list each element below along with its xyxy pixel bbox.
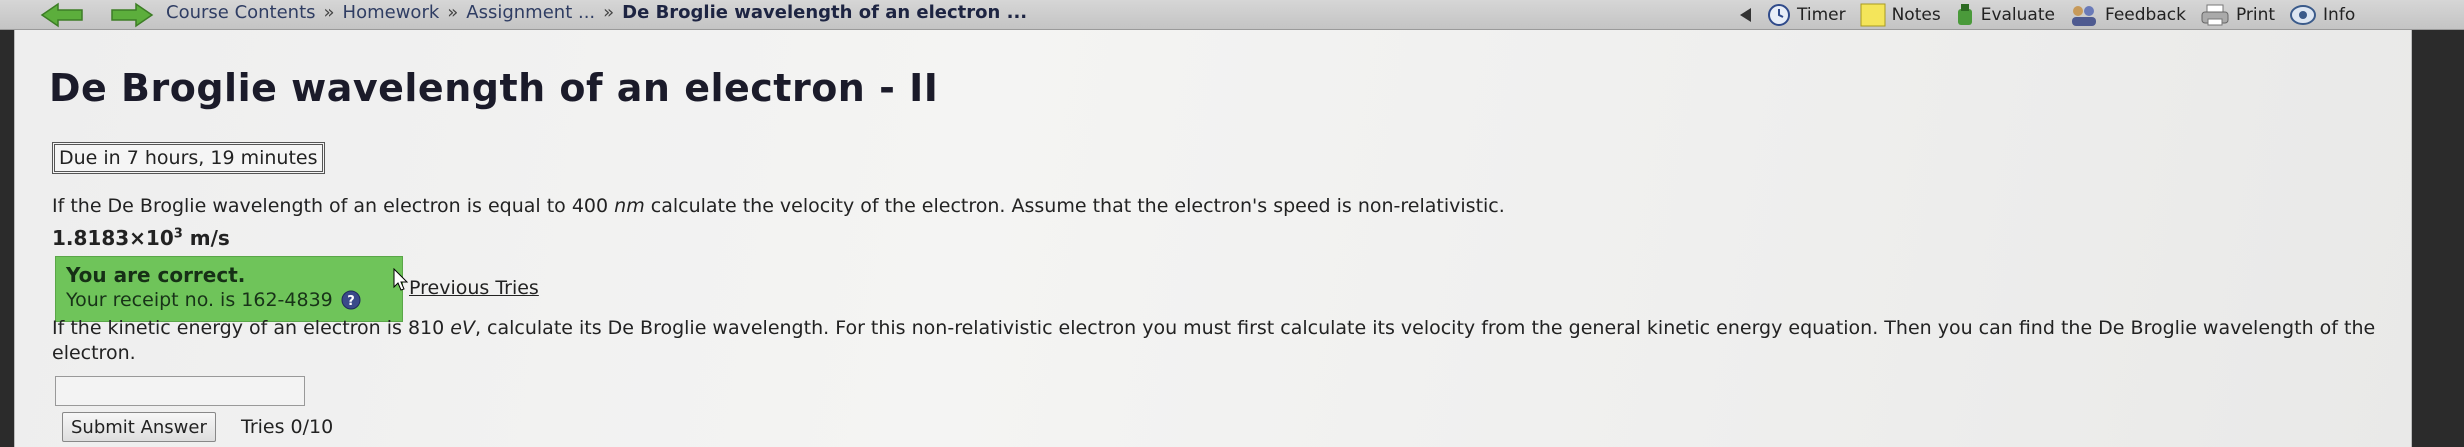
forward-arrow-icon[interactable] — [110, 2, 154, 28]
answer-unit: m/s — [182, 226, 230, 250]
info-label: Info — [2323, 5, 2356, 25]
receipt-line: Your receipt no. is 162-4839 ? — [66, 289, 392, 311]
help-icon[interactable]: ? — [341, 290, 361, 310]
evaluate-label: Evaluate — [1980, 5, 2055, 25]
question-1-unit: nm — [614, 195, 645, 217]
back-arrow-icon[interactable] — [40, 2, 84, 28]
breadcrumb-separator: » — [603, 2, 615, 23]
timer-button[interactable]: Timer — [1767, 3, 1846, 27]
mouse-cursor-icon — [393, 268, 409, 291]
feedback-button[interactable]: Feedback — [2069, 3, 2186, 27]
evaluate-button[interactable]: Evaluate — [1955, 3, 2055, 27]
breadcrumb: Course Contents » Homework » Assignment ... »… — [166, 0, 1027, 30]
print-button[interactable]: Print — [2200, 3, 2275, 27]
answer-mantissa: 1.8183×10 — [52, 226, 174, 250]
info-button[interactable]: Info — [2289, 3, 2355, 27]
breadcrumb-separator: » — [447, 2, 459, 23]
breadcrumb-homework[interactable]: Homework — [343, 2, 440, 23]
tries-counter: Tries 0/10 — [241, 416, 334, 438]
info-icon — [2290, 5, 2317, 25]
notes-button[interactable]: Notes — [1860, 3, 1941, 27]
print-label: Print — [2235, 5, 2276, 25]
question-1-text-part: If the De Broglie wavelength of an elect… — [52, 195, 615, 217]
feedback-label: Feedback — [2104, 5, 2186, 25]
evaluate-icon — [1957, 4, 1972, 25]
breadcrumb-assignment[interactable]: Assignment ... — [466, 2, 595, 23]
question-2-text: If the kinetic energy of an electron is … — [52, 316, 2382, 366]
breadcrumb-course-contents[interactable]: Course Contents — [166, 2, 316, 23]
answer-input[interactable] — [55, 376, 305, 406]
question-1-text-part: calculate the velocity of the electron. … — [644, 195, 1505, 217]
breadcrumb-separator: » — [323, 2, 335, 23]
receipt-number: Your receipt no. is 162-4839 — [66, 289, 333, 311]
submit-answer-button[interactable]: Submit Answer — [62, 412, 216, 442]
due-date-badge: Due in 7 hours, 19 minutes — [52, 142, 325, 174]
notes-label: Notes — [1891, 5, 1941, 25]
problem-page: De Broglie wavelength of an electron - I… — [14, 30, 2412, 447]
printer-icon — [2201, 4, 2229, 26]
page-title: De Broglie wavelength of an electron - I… — [49, 66, 939, 110]
question-1-text: If the De Broglie wavelength of an elect… — [52, 195, 1505, 217]
question-1-answer: 1.8183×103 m/s — [52, 226, 230, 250]
correct-message: You are correct. — [66, 263, 246, 287]
top-toolbar: Course Contents » Homework » Assignment ... »… — [0, 0, 2464, 30]
question-2-text-part: If the kinetic energy of an electron is … — [52, 317, 451, 339]
previous-tries-link[interactable]: Previous Tries — [409, 277, 539, 299]
correct-feedback-box: You are correct. Your receipt no. is 162… — [55, 256, 403, 322]
svg-text:?: ? — [347, 294, 355, 309]
tool-links: Timer Notes Evaluate Feedback Print Info — [1740, 0, 2369, 30]
question-2-unit: eV — [450, 317, 475, 339]
people-icon — [2071, 6, 2096, 26]
breadcrumb-current: De Broglie wavelength of an electron ... — [622, 2, 1028, 23]
collapse-left-icon[interactable] — [1740, 8, 1751, 22]
timer-label: Timer — [1797, 5, 1846, 25]
answer-exponent: 3 — [173, 226, 183, 242]
sticky-note-icon — [1860, 3, 1886, 27]
clock-icon — [1768, 4, 1790, 26]
